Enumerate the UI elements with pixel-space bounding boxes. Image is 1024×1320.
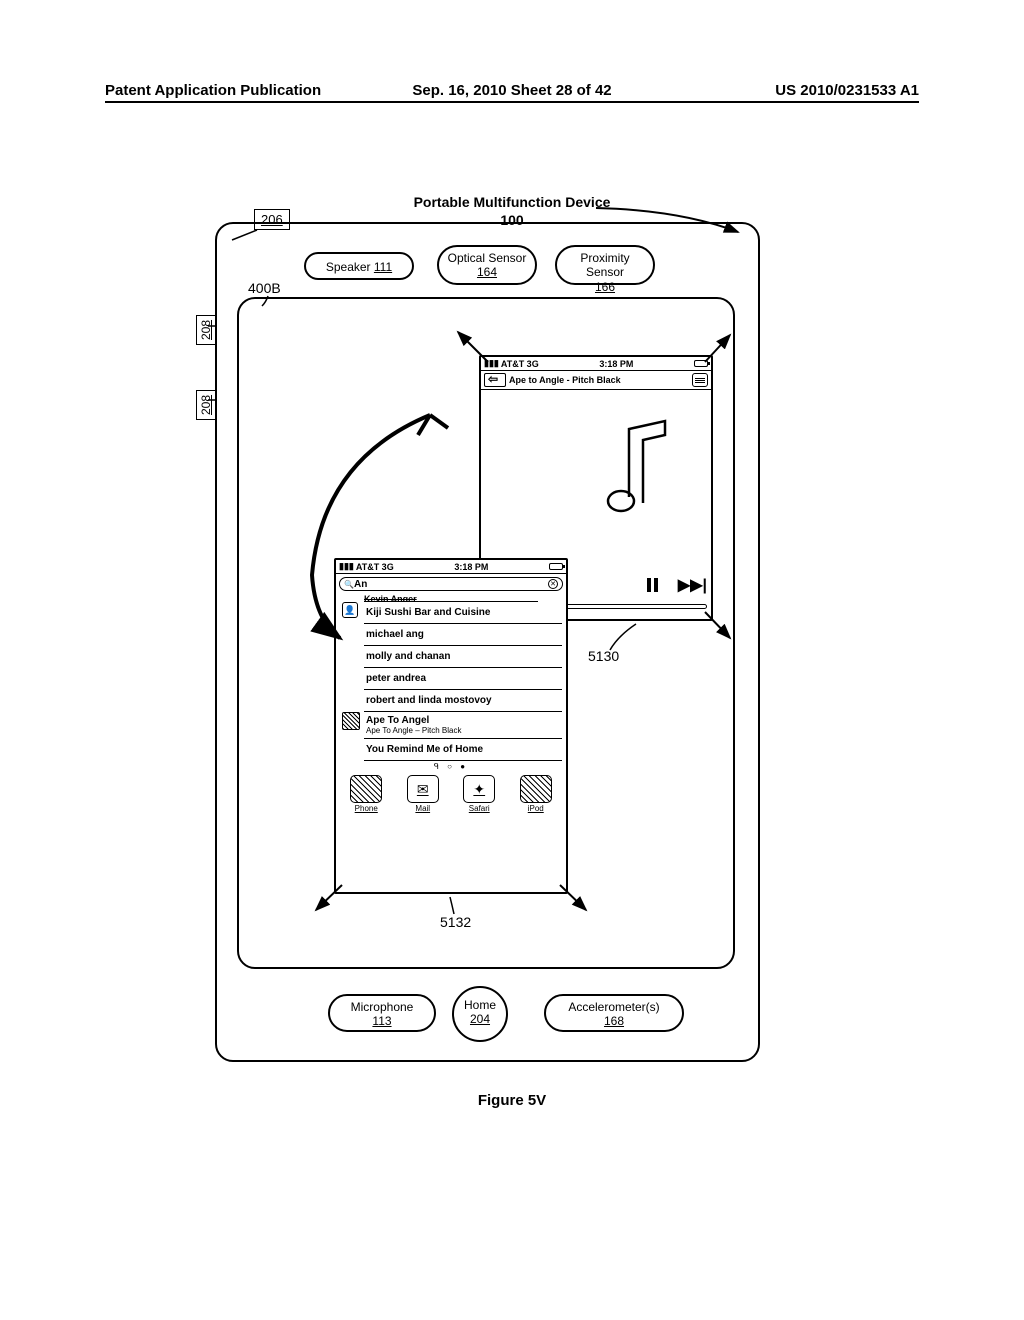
list-row[interactable]: robert and linda mostovoy [364,690,562,712]
signal-icon: ▮▮▮ [339,561,354,572]
accelerometer-label: Accelerometer(s) 168 [544,994,684,1032]
battery-icon [549,563,563,570]
proximity-text: Proximity Sensor [580,251,629,279]
header-right: US 2010/0231533 A1 [775,82,919,99]
signal-icon: ▮▮▮ [484,358,499,369]
speaker-label: Speaker 111 [304,252,414,280]
dock-phone[interactable]: Phone [350,775,382,813]
app-dock: Phone ✉ Mail ✦ Safari iPod [336,772,566,813]
list-row[interactable]: peter andrea [364,668,562,690]
music-note-icon [601,415,681,525]
callout-5132: 5132 [440,914,471,930]
dock-mail[interactable]: ✉ Mail [407,775,439,813]
list-row-cutoff: Kevin Anger [364,594,538,602]
label-400b: 400B [248,280,281,296]
dock-phone-label: Phone [355,804,378,813]
carrier-text-back: AT&T 3G [501,359,539,369]
dock-ipod[interactable]: iPod [520,775,552,813]
status-bar-back: ▮▮▮ AT&T 3G 3:18 PM [481,357,711,371]
header-center: Sep. 16, 2010 Sheet 28 of 42 [412,82,611,99]
progress-bar[interactable] [556,604,707,609]
home-ref: 204 [470,1012,490,1026]
figure-caption: Figure 5V [478,1092,546,1109]
nav-bar-back: Ape to Angle - Pitch Black [481,371,711,390]
carrier-front: ▮▮▮ AT&T 3G [339,561,394,572]
optical-text: Optical Sensor [448,251,527,265]
label-208-upper: 208 [196,315,216,345]
contact-icon: 👤 [342,602,358,618]
time-back: 3:18 PM [599,359,633,369]
album-row[interactable]: Ape To Angel Ape To Angle – Pitch Black [364,712,562,739]
list-button[interactable] [692,373,708,387]
header-left: Patent Application Publication [105,82,321,99]
list-row[interactable]: Kiji Sushi Bar and Cuisine [364,602,562,624]
list-row[interactable]: michael ang [364,624,562,646]
carrier-back: ▮▮▮ AT&T 3G [484,358,539,369]
optical-sensor-label: Optical Sensor 164 [437,245,537,285]
list-row[interactable]: You Remind Me of Home [364,739,562,761]
proximity-ref: 166 [595,280,615,294]
home-button-label[interactable]: Home 204 [452,986,508,1042]
search-icon [344,579,354,590]
dock-ipod-label: iPod [528,804,544,813]
phone-icon [350,775,382,803]
search-field[interactable]: An ✕ [339,577,563,591]
device-title: Portable Multifunction Device [414,194,611,210]
home-text: Home [464,998,496,1012]
dock-safari-label: Safari [469,804,490,813]
proximity-sensor-label: Proximity Sensor 166 [555,245,655,285]
dock-safari[interactable]: ✦ Safari [463,775,495,813]
back-button[interactable] [484,373,506,387]
mic-text: Microphone [351,1000,414,1014]
forward-icon[interactable]: ▶▶| [678,575,707,595]
speaker-text: Speaker [326,260,371,274]
optical-ref: 164 [477,265,497,279]
search-screen: ▮▮▮ AT&T 3G 3:18 PM An ✕ Kevin Anger 👤 K… [334,558,568,894]
list-row[interactable]: molly and chanan [364,646,562,668]
speaker-ref: 111 [374,260,392,274]
mail-icon: ✉ [407,775,439,803]
label-208-lower: 208 [196,390,216,420]
album-art-icon [342,712,360,730]
clear-search-icon[interactable]: ✕ [548,579,558,589]
accel-text: Accelerometer(s) [568,1000,659,1014]
time-front: 3:18 PM [454,562,488,572]
pause-icon[interactable] [647,578,658,592]
album-subtitle: Ape To Angle – Pitch Black [366,726,560,735]
mic-ref: 113 [372,1014,391,1028]
status-bar-front: ▮▮▮ AT&T 3G 3:18 PM [336,560,566,574]
safari-icon: ✦ [463,775,495,803]
ipod-icon [520,775,552,803]
page-indicator-dots: ᑫ ○ ● [336,761,566,772]
dock-mail-label: Mail [415,804,430,813]
album-title: Ape To Angel [366,715,560,726]
page-header: Patent Application Publication Sep. 16, … [105,82,919,103]
accel-ref: 168 [604,1014,624,1028]
nav-title-back: Ape to Angle - Pitch Black [509,375,621,385]
battery-icon [694,360,708,367]
carrier-text-front: AT&T 3G [356,562,394,572]
callout-5130: 5130 [588,648,619,664]
search-text: An [354,579,367,590]
microphone-label: Microphone 113 [328,994,436,1032]
